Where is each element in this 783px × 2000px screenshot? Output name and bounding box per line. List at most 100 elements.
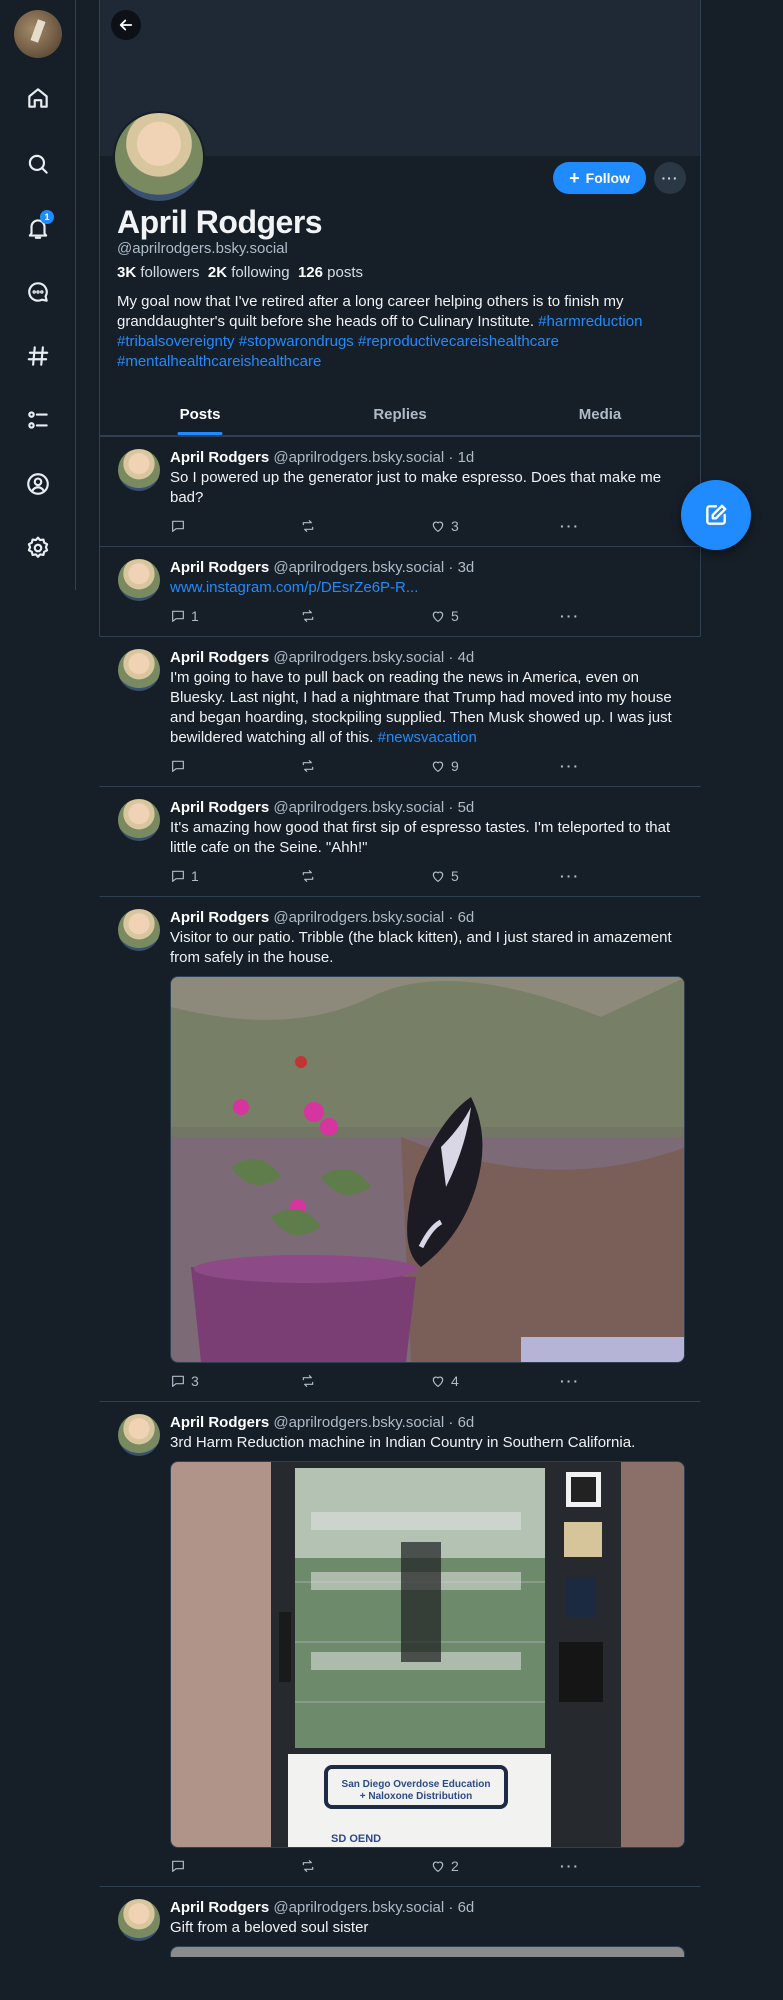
bio-tag[interactable]: #stopwarondrugs [239,333,354,350]
reply-button[interactable]: 1 [170,608,300,624]
post-more-button[interactable]: ··· [560,608,580,624]
bio-tag[interactable]: #harmreduction [538,313,642,330]
post-author[interactable]: April Rodgers [170,909,269,926]
like-button[interactable]: 9 [430,758,560,774]
bio-tag[interactable]: #reproductivecareishealthcare [358,333,559,350]
post-time[interactable]: 6d [458,1899,475,1916]
post-time[interactable]: 3d [458,559,475,576]
nav-notifications[interactable]: 1 [20,210,56,246]
following-label[interactable]: following [231,264,289,281]
post-handle[interactable]: @aprilrodgers.bsky.social [273,559,444,576]
post-handle[interactable]: @aprilrodgers.bsky.social [273,1899,444,1916]
post-handle[interactable]: @aprilrodgers.bsky.social [273,1414,444,1431]
post-more-button[interactable]: ··· [560,1373,580,1389]
post-item[interactable]: April Rodgers @aprilrodgers.bsky.social … [99,636,701,786]
post-more-button[interactable]: ··· [560,1858,580,1874]
like-button[interactable]: 3 [430,518,560,534]
repost-button[interactable] [300,758,430,774]
post-image[interactable] [170,1946,685,1957]
nav-profile[interactable] [20,466,56,502]
reply-button[interactable]: 3 [170,1373,300,1389]
repost-button[interactable] [300,868,430,884]
compose-button[interactable] [681,480,751,550]
reply-icon [172,760,184,772]
post-handle[interactable]: @aprilrodgers.bsky.social [273,649,444,666]
skunk-photo[interactable] [171,977,685,1362]
post-avatar[interactable] [118,1414,160,1456]
like-button[interactable]: 5 [430,868,560,884]
tab-media[interactable]: Media [500,394,700,435]
follow-button[interactable]: + Follow [553,162,646,194]
following-count[interactable]: 2K [208,264,227,281]
nav-search[interactable] [20,146,56,182]
tab-posts[interactable]: Posts [100,394,300,435]
post-hashtag[interactable]: #newsvacation [378,729,477,746]
nav-settings[interactable] [20,530,56,566]
post-more-button[interactable]: ··· [560,758,580,774]
post-avatar[interactable] [118,449,160,491]
profile-avatar[interactable] [113,111,205,203]
reply-count: 1 [191,868,199,884]
post-author[interactable]: April Rodgers [170,559,269,576]
post-author[interactable]: April Rodgers [170,799,269,816]
post-item[interactable]: April Rodgers @aprilrodgers.bsky.social … [99,1401,701,1886]
like-button[interactable]: 5 [430,608,560,624]
bio-tag[interactable]: #tribalsovereignty [117,333,235,350]
post-handle[interactable]: @aprilrodgers.bsky.social [273,449,444,466]
post-author[interactable]: April Rodgers [170,449,269,466]
post-avatar[interactable] [118,1899,160,1941]
post-time[interactable]: 5d [458,799,475,816]
nav-home[interactable] [20,80,56,116]
bio-tag[interactable]: #mentalhealthcareishealthcare [117,353,321,370]
post-more-button[interactable]: ··· [560,518,580,534]
reply-button[interactable] [170,758,300,774]
post-time[interactable]: 4d [458,649,475,666]
reply-button[interactable] [170,518,300,534]
search-icon [28,154,48,174]
post-item[interactable]: April Rodgers @aprilrodgers.bsky.social … [99,786,701,896]
repost-button[interactable] [300,518,430,534]
like-button[interactable]: 4 [430,1373,560,1389]
post-avatar[interactable] [118,909,160,951]
post-image[interactable] [170,976,685,1363]
followers-label[interactable]: followers [140,264,199,281]
post-author[interactable]: April Rodgers [170,1899,269,1916]
post-time[interactable]: 6d [458,1414,475,1431]
like-button[interactable]: 2 [430,1858,560,1874]
current-user-avatar[interactable] [14,10,62,58]
nav-chat[interactable] [20,274,56,310]
post-item[interactable]: April Rodgers @aprilrodgers.bsky.social … [99,1886,701,1967]
post-item[interactable]: April Rodgers @aprilrodgers.bsky.social … [99,546,701,636]
post-author[interactable]: April Rodgers [170,1414,269,1431]
post-time[interactable]: 6d [458,909,475,926]
post-handle[interactable]: @aprilrodgers.bsky.social [273,909,444,926]
profile-more-button[interactable]: ··· [654,162,686,194]
post-more-button[interactable]: ··· [560,868,580,884]
post-time[interactable]: 1d [458,449,475,466]
post-avatar[interactable] [118,649,160,691]
post-avatar[interactable] [118,799,160,841]
post-avatar[interactable] [118,559,160,601]
back-button[interactable] [111,10,141,40]
nav-lists[interactable] [20,402,56,438]
post-image[interactable]: San Diego Overdose Education + Naloxone D… [170,1461,685,1848]
post-author[interactable]: April Rodgers [170,649,269,666]
post-item[interactable]: April Rodgers @aprilrodgers.bsky.social … [99,896,701,1401]
vending-machine-photo[interactable]: San Diego Overdose Education+ Naloxone D… [171,1462,685,1847]
notification-badge: 1 [40,210,54,224]
reply-button[interactable] [170,1858,300,1874]
compose-icon [706,504,727,525]
repost-button[interactable] [300,1858,430,1874]
repost-button[interactable] [300,608,430,624]
gift-photo[interactable] [171,1947,685,1957]
repost-button[interactable] [300,1373,430,1389]
post-handle[interactable]: @aprilrodgers.bsky.social [273,799,444,816]
reply-button[interactable]: 1 [170,868,300,884]
post-body: 3rd Harm Reduction machine in Indian Cou… [170,1434,636,1451]
followers-count[interactable]: 3K [117,264,136,281]
post-link[interactable]: www.instagram.com/p/DEsrZe6P-R... [170,578,686,598]
nav-feeds[interactable] [20,338,56,374]
tab-replies[interactable]: Replies [300,394,500,435]
post-item[interactable]: April Rodgers @aprilrodgers.bsky.social … [99,436,701,546]
hashtag-icon [27,346,49,366]
